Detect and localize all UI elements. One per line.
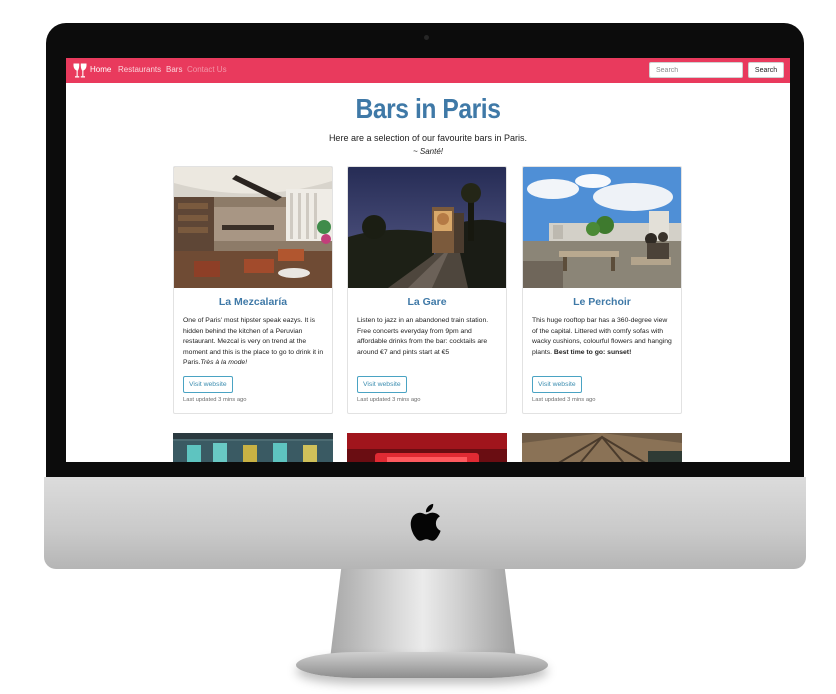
apple-logo-icon xyxy=(410,503,441,541)
visit-website-button[interactable]: Visit website xyxy=(183,376,233,393)
page-title: Bars in Paris xyxy=(355,93,501,124)
nav-link-bars[interactable]: Bars xyxy=(166,65,182,74)
visit-website-button[interactable]: Visit website xyxy=(357,376,407,393)
search-button[interactable]: Search xyxy=(748,62,784,78)
card-highlight: Best time to go: sunset! xyxy=(553,348,632,356)
card-description: This huge rooftop bar has a 360-degree v… xyxy=(532,317,672,356)
cocktail-glasses-icon[interactable] xyxy=(72,62,88,79)
train-station-night-photo xyxy=(348,167,506,288)
bar-card-le-perchoir: Le Perchoir This huge rooftop bar has a … xyxy=(522,166,682,414)
card-title: Le Perchoir xyxy=(573,296,631,308)
street-facade-photo xyxy=(173,433,333,462)
bar-card-partial xyxy=(522,433,682,462)
card-emphasis: Très à la mode! xyxy=(200,359,248,366)
bar-card-partial xyxy=(173,433,333,462)
nav-link-contact-us[interactable]: Contact Us xyxy=(187,65,227,74)
nav-link-home[interactable]: Home xyxy=(90,65,111,74)
monitor-stand xyxy=(330,569,516,659)
search-input[interactable] xyxy=(649,62,743,78)
wooden-ceiling-photo xyxy=(522,433,682,462)
intro-text: Here are a selection of our favourite ba… xyxy=(328,133,528,143)
intro-subtitle: ~ Santé! xyxy=(412,147,444,156)
card-description: One of Paris' most hipster speak eazys. … xyxy=(183,317,324,366)
card-title: La Mezcalaría xyxy=(218,296,288,308)
nav-link-restaurants[interactable]: Restaurants xyxy=(118,65,161,74)
bar-card-la-mezcalaria: La Mezcalaría One of Paris' most hipster… xyxy=(173,166,333,414)
rooftop-terrace-photo xyxy=(523,167,681,288)
webcam-icon xyxy=(424,35,429,40)
bar-card-partial xyxy=(347,433,507,462)
last-updated-text: Last updated 3 mins ago xyxy=(357,397,421,403)
last-updated-text: Last updated 3 mins ago xyxy=(183,397,247,403)
card-title: La Gare xyxy=(407,296,447,308)
bar-card-la-gare: La Gare Listen to jazz in an abandoned t… xyxy=(347,166,507,414)
screen: Home Restaurants Bars Contact Us Search … xyxy=(66,58,790,462)
navbar: Home Restaurants Bars Contact Us Search xyxy=(66,58,790,83)
card-description: Listen to jazz in an abandoned train sta… xyxy=(357,317,489,356)
monitor-stand-base xyxy=(296,652,548,678)
neon-sign-photo xyxy=(347,433,507,462)
last-updated-text: Last updated 3 mins ago xyxy=(532,397,596,403)
visit-website-button[interactable]: Visit website xyxy=(532,376,582,393)
bar-interior-photo xyxy=(174,167,332,288)
